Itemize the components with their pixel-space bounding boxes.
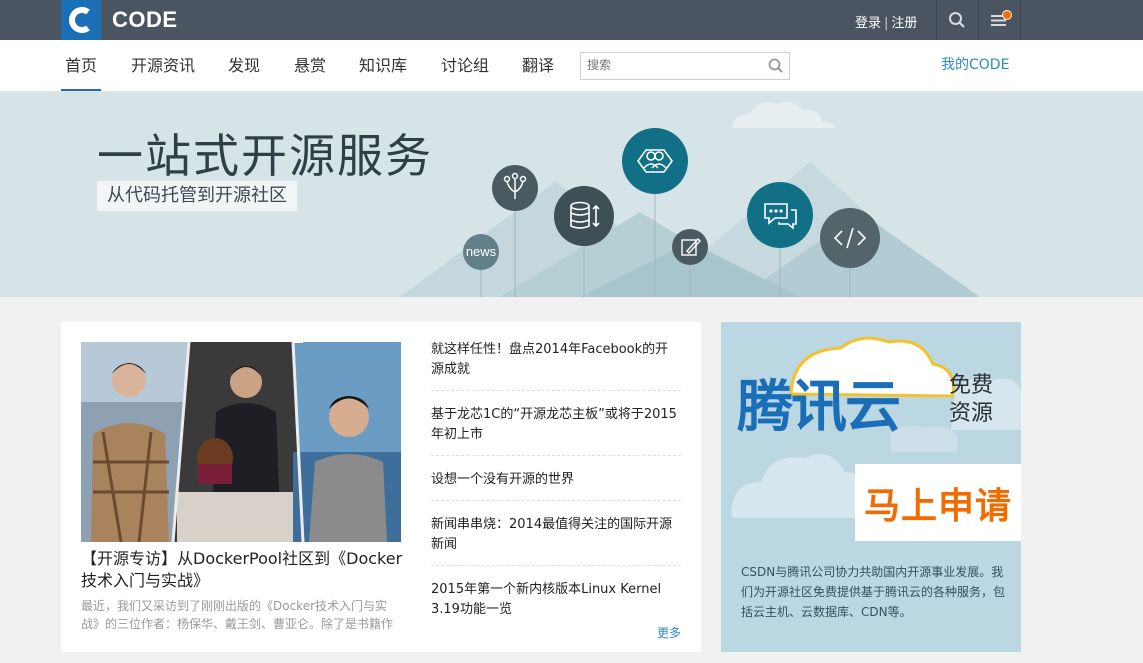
news-item-link[interactable]: 2015年第一个新内核版本Linux Kernel 3.19功能一览 [431, 576, 681, 630]
ad-description: CSDN与腾讯公司协力共助国内开源事业发展。我们为开源社区免费提供基于腾讯云的各… [741, 565, 1006, 619]
my-code-link[interactable]: 我的CODE [941, 40, 1009, 91]
tencent-cloud-ad[interactable]: 腾讯云 免费 资源 马上申请 CSDN与腾讯公司协力共助国内开源事业发展。我们为… [721, 322, 1021, 652]
edit-icon [672, 229, 708, 265]
feature-image-icon [81, 342, 401, 542]
search-icon[interactable] [937, 0, 977, 40]
news-list: 就这样任性！盘点2014年Facebook的开源成就 基于龙芯1C的“开源龙芯主… [431, 336, 681, 640]
auth-separator: | [884, 16, 889, 31]
login-link[interactable]: 登录 [855, 16, 881, 31]
database-icon [554, 186, 614, 246]
register-link[interactable]: 注册 [891, 16, 917, 31]
search-input[interactable] [581, 53, 767, 77]
top-bar: CODE 登录 | 注册 [0, 0, 1143, 40]
news-item-link[interactable]: 设想一个没有开源的世界 [431, 466, 681, 501]
chat-icon [747, 182, 813, 248]
nav-item-discover[interactable]: 发现 [228, 40, 260, 91]
auth-links: 登录 | 注册 [855, 12, 917, 31]
news-panel: 【开源专访】从DockerPool社区到《Docker技术入门与实战》 最近，我… [61, 322, 701, 652]
nav-item-translate[interactable]: 翻译 [522, 40, 554, 91]
apply-now-button[interactable]: 马上申请 [855, 464, 1021, 541]
feature-excerpt: 最近，我们又采访到了刚刚出版的《Docker技术入门与实战》的三位作者：杨保华、… [81, 599, 394, 631]
feature-title-link[interactable]: 【开源专访】从DockerPool社区到《Docker技术入门与实战》 [81, 548, 411, 592]
more-link[interactable]: 更多 [657, 624, 681, 641]
banner-title: 一站式开源服务 [97, 129, 433, 183]
news-badge-icon: news [463, 234, 499, 270]
news-item-link[interactable]: 基于龙芯1C的“开源龙芯主板”或将于2015年初上市 [431, 401, 681, 456]
nav-item-news[interactable]: 开源资讯 [131, 40, 195, 91]
search-box [580, 52, 790, 80]
community-icon [622, 128, 688, 194]
ad-free-resources: 免费 资源 [949, 372, 1009, 428]
logo-icon[interactable] [61, 0, 101, 40]
nav-item-bounty[interactable]: 悬赏 [294, 40, 326, 91]
nav-item-knowledge[interactable]: 知识库 [359, 40, 407, 91]
nav-item-home[interactable]: 首页 [61, 40, 102, 91]
main-nav: 首页 开源资讯 发现 悬赏 知识库 讨论组 翻译 我的CODE [0, 40, 1143, 92]
nav-item-groups[interactable]: 讨论组 [441, 40, 489, 91]
fork-icon [492, 165, 538, 211]
ad-free-line: 免费 [949, 373, 994, 398]
banner-subtitle: 从代码托管到开源社区 [97, 181, 297, 211]
code-icon [820, 208, 880, 268]
search-icon[interactable] [767, 57, 785, 75]
ad-free-line: 资源 [949, 401, 994, 426]
feature-photo[interactable] [81, 342, 401, 542]
news-item-link[interactable]: 就这样任性！盘点2014年Facebook的开源成就 [431, 336, 681, 391]
menu-icon[interactable] [979, 0, 1019, 40]
hero-banner: 一站式开源服务 从代码托管到开源社区 news [0, 92, 1143, 297]
news-item-link[interactable]: 新闻串串烧：2014最值得关注的国际开源新闻 [431, 511, 681, 566]
logo-text[interactable]: CODE [112, 7, 178, 33]
top-divider [1020, 0, 1021, 40]
ad-brand-logo: 腾讯云 [737, 375, 901, 440]
notification-dot [1002, 10, 1012, 20]
